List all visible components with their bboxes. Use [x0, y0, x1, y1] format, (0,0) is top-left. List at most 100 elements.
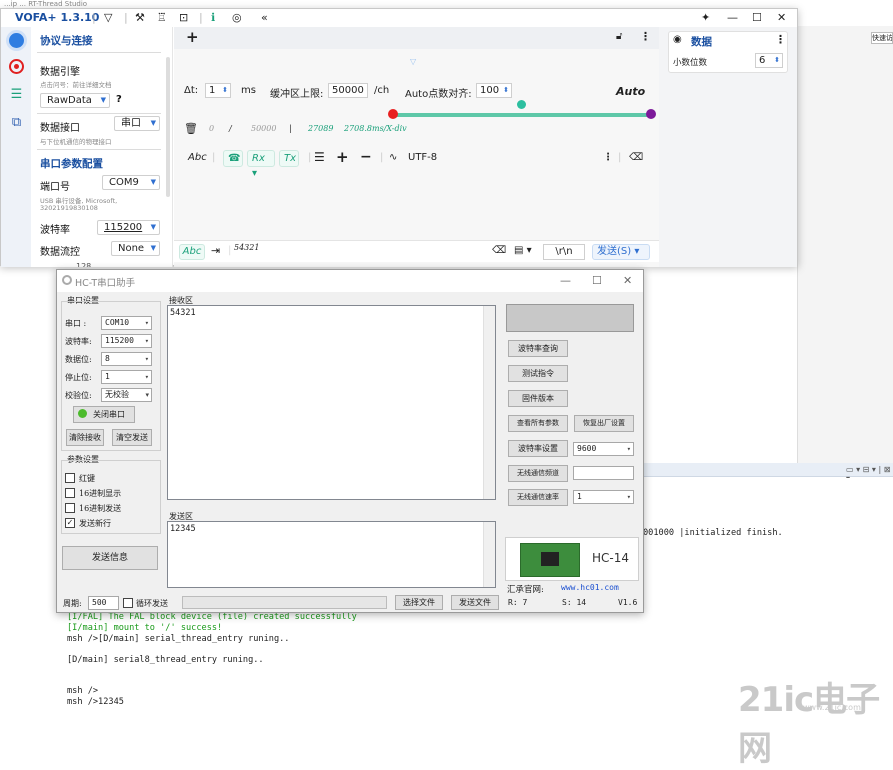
period-input[interactable]: 500	[88, 596, 119, 610]
rx-button[interactable]: Rx ▾	[247, 150, 275, 179]
eraser-icon[interactable]: ⌫	[492, 244, 506, 260]
close-button[interactable]: ✕	[777, 11, 786, 24]
connection-icon[interactable]	[9, 33, 24, 48]
collapse-icon[interactable]: «	[261, 11, 268, 24]
interface-select[interactable]: 串口 ▼	[114, 116, 160, 131]
decimal-spinner[interactable]: 6 ⬍	[755, 53, 783, 68]
send-info-button[interactable]: 发送信息	[62, 546, 158, 570]
encoding-label[interactable]: UTF-8	[408, 152, 437, 163]
send-button[interactable]: 发送(S) ▾	[592, 244, 650, 260]
baud-query-button[interactable]: 波特率查询	[508, 340, 568, 357]
minimize-button[interactable]: —	[727, 11, 738, 24]
test-command-button[interactable]: 测试指令	[508, 365, 568, 382]
more-vertical-icon[interactable]: ⋮	[603, 152, 613, 163]
tx-textarea[interactable]: 12345	[167, 521, 496, 588]
wireless-rate-button[interactable]: 无线通信速率	[508, 489, 568, 506]
quick-access-button[interactable]: 快速访	[871, 32, 893, 44]
send-abc-button[interactable]: Abc	[179, 244, 205, 260]
vofa-logo-icon[interactable]: ▽	[104, 11, 112, 24]
wireless-rate-select[interactable]: 1 ▾	[573, 490, 634, 504]
document-icon[interactable]: ▤ ▾	[514, 244, 532, 260]
chevron-down-icon[interactable]: ▽	[410, 57, 416, 66]
range-start-handle[interactable]	[388, 109, 398, 119]
fingerprint-icon[interactable]: ◎	[232, 11, 242, 24]
pin-icon[interactable]: ✦	[701, 11, 710, 24]
phone-icon[interactable]: ☎︎	[223, 150, 243, 167]
scrollbar[interactable]	[483, 306, 495, 499]
parity-select[interactable]: 无校验 ▾	[101, 388, 152, 402]
databits-select[interactable]: 8 ▾	[101, 352, 152, 366]
help-button[interactable]: ?	[116, 94, 122, 105]
maximize-button[interactable]: ☐	[592, 274, 602, 287]
section-protocol: 协议与连接	[40, 35, 93, 47]
baud-select[interactable]: 115200 ▾	[101, 334, 152, 348]
range-slider-track[interactable]	[392, 113, 652, 117]
checkbox[interactable]	[65, 488, 75, 498]
scrollbar[interactable]	[166, 57, 170, 197]
trash-icon[interactable]: 🗑︎	[184, 122, 198, 135]
chevron-down-icon: ▼	[150, 178, 156, 186]
checkbox[interactable]	[65, 473, 75, 483]
minimize-button[interactable]: —	[560, 274, 571, 287]
send-file-icon[interactable]: ⇥	[211, 244, 220, 260]
rx-count: R: 7	[508, 598, 528, 607]
close-port-button[interactable]: 关闭串口	[73, 406, 135, 423]
factory-reset-button[interactable]: 恢复出厂设置	[574, 415, 634, 432]
wireless-channel-input[interactable]	[573, 466, 634, 480]
baud-value: 115200	[104, 222, 143, 233]
interface-hint: 与下位机通信的物理接口	[40, 138, 112, 146]
auto-mode-label[interactable]: Auto	[616, 85, 645, 98]
choose-file-button[interactable]: 选择文件	[395, 595, 443, 610]
tx-button[interactable]: Tx	[279, 150, 299, 167]
clear-rx-button[interactable]: 清除接收	[66, 429, 104, 446]
checkbox[interactable]	[65, 503, 75, 513]
buffer-input[interactable]: 50000	[328, 83, 368, 98]
eol-select[interactable]: \r\n	[543, 244, 585, 260]
view-params-button[interactable]: 查看所有参数	[508, 415, 568, 432]
auto-align-spinner[interactable]: 100 ⬍	[476, 83, 512, 98]
shirt-icon[interactable]: ♖	[157, 11, 167, 24]
range-end-handle[interactable]	[646, 109, 656, 119]
record-icon[interactable]	[9, 59, 24, 74]
engine-select[interactable]: RawData ▼	[40, 93, 110, 108]
eye-icon[interactable]: ◉	[673, 34, 682, 45]
range-mid-handle[interactable]	[517, 100, 526, 109]
baud-set-button[interactable]: 波特率设置	[508, 440, 568, 457]
checkbox-checked[interactable]: ✓	[65, 518, 75, 528]
lock-icon[interactable]: 🔓︎	[616, 31, 622, 42]
send-file-button[interactable]: 发送文件	[451, 595, 499, 610]
eraser-icon[interactable]: ⌫	[629, 152, 643, 163]
checkbox[interactable]	[123, 598, 133, 608]
abc-button[interactable]: Abc	[188, 152, 207, 163]
windows-stack-icon[interactable]: ⧉	[9, 115, 24, 130]
close-button[interactable]: ✕	[623, 274, 632, 287]
hct-window: HC-T串口助手 — ☐ ✕ 串口设置 串口 : COM10 ▾ 波特率: 115…	[56, 269, 644, 613]
website-link[interactable]: www.hc01.com	[561, 583, 619, 592]
flow-select[interactable]: None ▼	[111, 241, 160, 256]
info-icon[interactable]: ℹ	[211, 11, 215, 24]
dt-spinner[interactable]: 1 ⬍	[205, 83, 231, 98]
more-vertical-icon[interactable]: ⋮	[775, 33, 786, 46]
port-select[interactable]: COM10 ▾	[101, 316, 152, 330]
baud-select[interactable]: 115200 ▼	[97, 220, 160, 235]
waveform-icon[interactable]: ∿	[389, 152, 397, 163]
send-input[interactable]: 54321	[234, 241, 259, 257]
wireless-channel-button[interactable]: 无线通信频道	[508, 465, 568, 482]
text-format-icon[interactable]: ☰	[314, 150, 325, 164]
maximize-button[interactable]: ☐	[752, 11, 762, 24]
stopbits-select[interactable]: 1 ▾	[101, 370, 152, 384]
camera-frame-icon[interactable]: ⊡	[179, 11, 188, 24]
add-tab-icon[interactable]: +	[186, 28, 199, 46]
scrollbar[interactable]	[483, 522, 495, 587]
wrench-icon[interactable]: ⚒	[135, 11, 145, 24]
rx-textarea[interactable]: 54321	[167, 305, 496, 500]
port-select[interactable]: COM9 ▼	[102, 175, 160, 190]
more-vertical-icon[interactable]: ⋮	[640, 30, 651, 43]
firmware-button[interactable]: 固件版本	[508, 390, 568, 407]
baud-set-select[interactable]: 9600 ▾	[573, 442, 634, 456]
list-icon[interactable]: ☰	[9, 87, 24, 102]
clear-tx-button[interactable]: 清空发送	[112, 429, 152, 446]
minus-icon[interactable]: −	[360, 149, 372, 165]
baud-value: 115200	[105, 336, 134, 345]
plus-icon[interactable]: +	[336, 148, 349, 166]
